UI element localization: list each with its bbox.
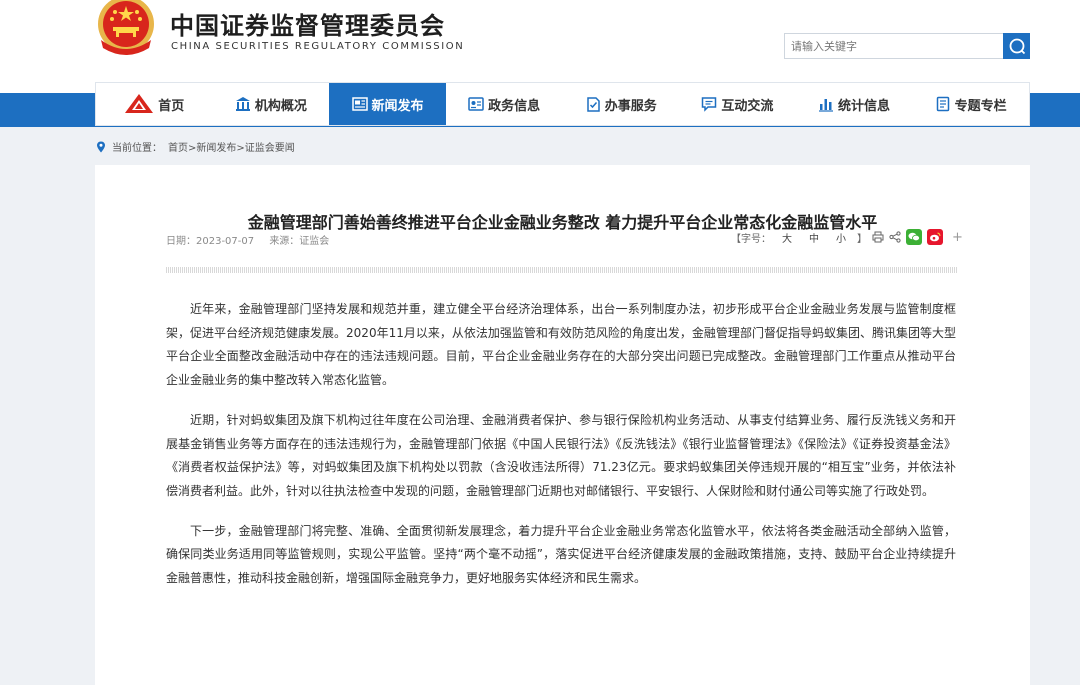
nav-label: 机构概况	[254, 98, 307, 114]
nav-label: 首页	[158, 98, 185, 114]
gov-info-icon	[468, 97, 484, 111]
nav-label: 专题专栏	[954, 98, 1007, 114]
article-paragraph: 下一步，金融管理部门将完整、准确、全面贯彻新发展理念，着力提升平台企业金融业务常…	[166, 523, 956, 586]
article-paragraph: 近年来，金融管理部门坚持发展和规范并重，建立健全平台经济治理体系，出台一系列制度…	[166, 302, 956, 388]
article-meta: 日期：2023-07-07 来源：证监会	[166, 232, 341, 247]
search-icon	[1009, 38, 1025, 55]
topic-icon	[936, 96, 949, 112]
nav-item-service[interactable]: 办事服务	[563, 83, 680, 125]
font-size-small-button[interactable]: 小	[836, 230, 846, 245]
nav-label: 政务信息	[488, 98, 541, 114]
nav-item-topic[interactable]: 专题专栏	[912, 83, 1029, 125]
font-size-close: 】	[857, 233, 867, 245]
more-share-icon[interactable]: +	[952, 230, 963, 245]
print-icon[interactable]	[872, 231, 884, 243]
article-tools: 【字号： 大 中 小 】 +	[731, 229, 963, 245]
nav-item-interaction[interactable]: 互动交流	[679, 83, 796, 125]
font-size-large-button[interactable]: 大	[782, 230, 792, 245]
article-panel: 金融管理部门善始善终推进平台企业金融业务整改 着力提升平台企业常态化金融监管水平…	[95, 165, 1030, 685]
site-title[interactable]: 中国证券监督管理委员会	[170, 6, 445, 41]
article-date: 日期：2023-07-07	[166, 236, 255, 247]
nav-item-news[interactable]: 新闻发布	[329, 83, 446, 125]
weibo-share-icon[interactable]	[927, 229, 943, 245]
wechat-share-icon[interactable]	[906, 229, 922, 245]
article-body: 近年来，金融管理部门坚持发展和规范并重，建立健全平台经济治理体系，出台一系列制度…	[166, 298, 956, 607]
news-icon	[351, 97, 368, 111]
location-pin-icon	[97, 141, 105, 152]
stats-icon	[819, 99, 834, 112]
service-icon	[587, 97, 600, 112]
site-subtitle: CHINA SECURITIES REGULATORY COMMISSION	[171, 41, 465, 52]
nav-label: 互动交流	[721, 98, 774, 114]
title-divider	[166, 267, 957, 273]
main-nav: 首页 机构概况 新闻发布 政务信息 办事服务 互动交流 统计信息 专题专栏	[95, 82, 1030, 126]
nav-label: 办事服务	[604, 98, 657, 114]
share-icon[interactable]	[889, 231, 901, 243]
search-input[interactable]	[785, 34, 997, 58]
font-size-label: 【字号：	[731, 233, 771, 245]
nav-item-stats[interactable]: 统计信息	[796, 83, 913, 125]
nav-item-institution[interactable]: 机构概况	[213, 83, 330, 125]
building-icon	[235, 97, 250, 111]
search-button[interactable]	[1003, 33, 1030, 59]
national-emblem-icon[interactable]	[93, 0, 159, 56]
article-source: 来源：证监会	[269, 236, 330, 247]
breadcrumb: 当前位置： 首页>新闻发布>证监会要闻	[96, 139, 295, 154]
font-size-medium-button[interactable]: 中	[809, 230, 819, 245]
article-paragraph: 近期，针对蚂蚁集团及旗下机构过往年度在公司治理、金融消费者保护、参与银行保险机构…	[166, 412, 956, 498]
chat-icon	[702, 97, 717, 112]
nav-item-gov-info[interactable]: 政务信息	[446, 83, 563, 125]
nav-label: 统计信息	[838, 98, 891, 114]
nav-label: 新闻发布	[371, 98, 424, 114]
home-logo-icon	[125, 94, 154, 113]
search-box	[784, 33, 1004, 59]
breadcrumb-prefix: 当前位置：	[112, 143, 162, 154]
breadcrumb-path[interactable]: 首页>新闻发布>证监会要闻	[168, 139, 295, 154]
nav-item-home[interactable]: 首页	[96, 83, 213, 125]
